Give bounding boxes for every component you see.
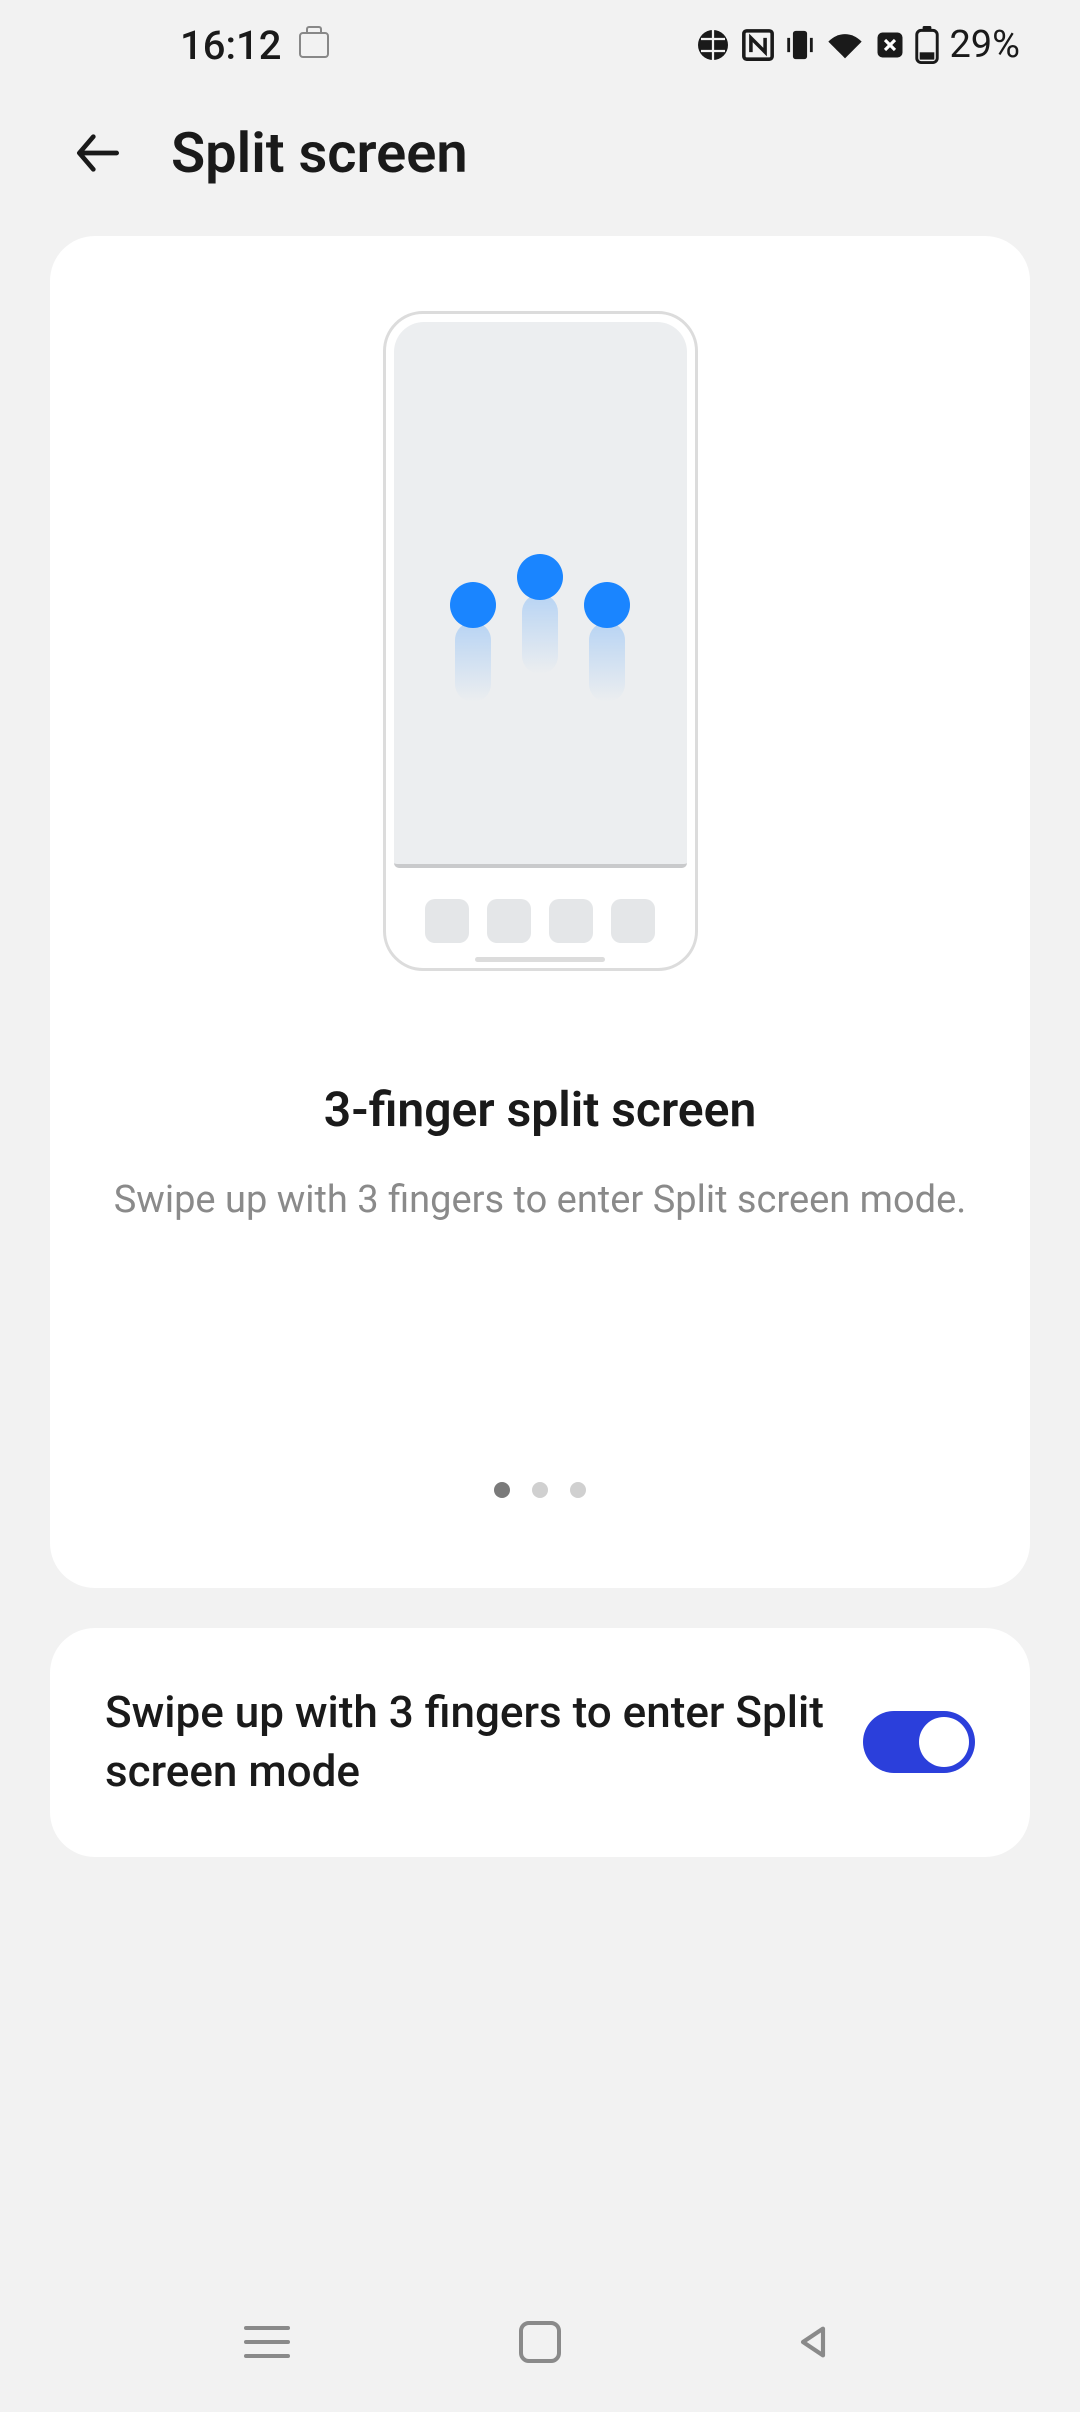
- illustration: [50, 236, 1030, 971]
- page-dot[interactable]: [494, 1482, 510, 1498]
- arrow-left-icon: [70, 125, 126, 181]
- navigation-bar: [0, 2272, 1080, 2412]
- network-icon: [695, 27, 731, 63]
- back-nav-button[interactable]: [788, 2317, 838, 2367]
- page-dot[interactable]: [532, 1482, 548, 1498]
- setting-row[interactable]: Swipe up with 3 fingers to enter Split s…: [50, 1628, 1030, 1857]
- page-title: Split screen: [171, 120, 468, 186]
- home-icon: [519, 2321, 561, 2363]
- home-button[interactable]: [515, 2317, 565, 2367]
- data-saver-icon: [875, 30, 905, 60]
- page-dot[interactable]: [570, 1482, 586, 1498]
- card-title: 3-finger split screen: [50, 1081, 1030, 1138]
- wifi-icon: [825, 28, 865, 62]
- status-right: 29%: [695, 23, 1020, 67]
- back-button[interactable]: [70, 125, 126, 181]
- header: Split screen: [0, 90, 1080, 236]
- status-time: 16:12: [180, 22, 281, 69]
- phone-mock: [383, 311, 698, 971]
- toggle-switch[interactable]: [863, 1711, 975, 1773]
- recents-icon: [244, 2326, 290, 2358]
- phone-screen: [394, 322, 687, 868]
- card-description: Swipe up with 3 fingers to enter Split s…: [50, 1178, 1030, 1222]
- status-left: 16:12: [180, 22, 329, 69]
- work-profile-icon: [299, 32, 329, 58]
- info-card[interactable]: 3-finger split screen Swipe up with 3 fi…: [50, 236, 1030, 1588]
- page-indicator: [50, 1482, 1030, 1588]
- nfc-icon: [741, 28, 775, 62]
- battery-percent: 29%: [949, 23, 1020, 67]
- back-triangle-icon: [793, 2322, 833, 2362]
- phone-dock: [386, 899, 695, 943]
- recents-button[interactable]: [242, 2317, 292, 2367]
- setting-label: Swipe up with 3 fingers to enter Split s…: [105, 1683, 833, 1802]
- battery-icon: [915, 26, 939, 64]
- vibrate-icon: [785, 28, 815, 62]
- three-finger-swipe-icon: [450, 582, 630, 628]
- status-bar: 16:12 29%: [0, 0, 1080, 90]
